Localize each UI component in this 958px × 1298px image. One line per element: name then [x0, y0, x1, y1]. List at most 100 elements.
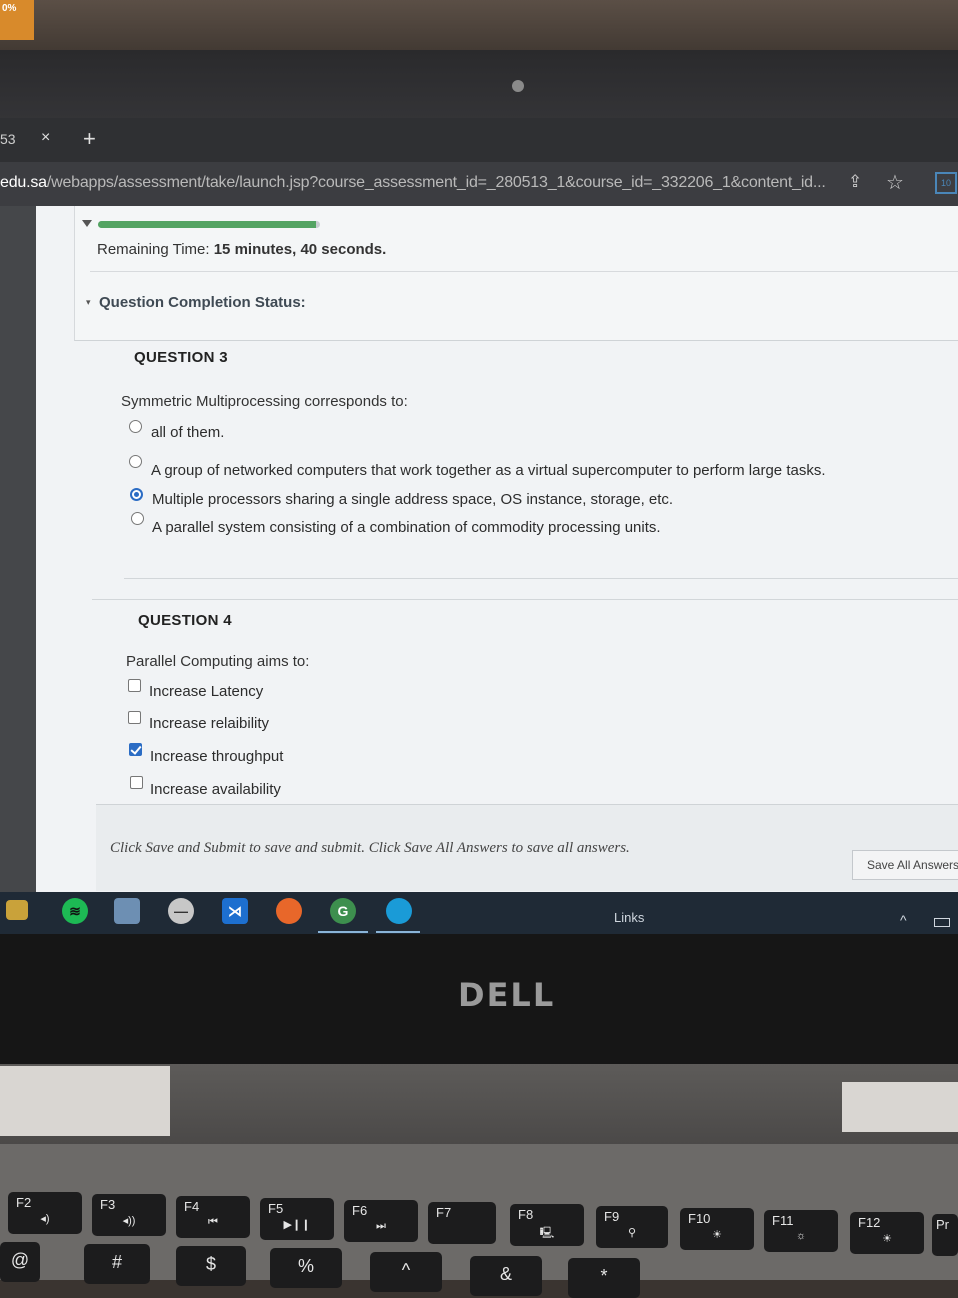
key-label: F2	[16, 1195, 32, 1210]
wall-badge: 0%	[0, 0, 34, 40]
active-app-indicator	[376, 931, 420, 933]
extension-icon[interactable]: 10	[935, 172, 957, 194]
key-label: F10	[688, 1211, 711, 1226]
left-gutter	[0, 206, 36, 896]
q4-option-3-label[interactable]: Increase throughput	[150, 748, 283, 765]
f6-key[interactable]: F6 ⏭	[344, 1200, 418, 1242]
key-7[interactable]: &	[470, 1256, 542, 1296]
new-tab-button[interactable]: +	[83, 126, 96, 152]
submit-instructions: Click Save and Submit to save and submit…	[110, 840, 630, 856]
q3-option-4-label[interactable]: A parallel system consisting of a combin…	[152, 519, 661, 536]
share-icon[interactable]: ⇪	[848, 172, 868, 192]
divider	[124, 578, 958, 579]
bookmark-star-icon[interactable]: ☆	[886, 170, 904, 195]
next-track-icon: ⏭	[376, 1220, 386, 1232]
key-2[interactable]: @	[0, 1242, 40, 1282]
f5-key[interactable]: F5 ▶❙❙	[260, 1198, 334, 1240]
q4-option-2-label[interactable]: Increase relaibility	[149, 715, 269, 732]
f3-key[interactable]: F3 ◂))	[92, 1194, 166, 1236]
f9-key[interactable]: F9 ⚲	[596, 1206, 668, 1248]
active-app-indicator	[318, 931, 368, 933]
q3-option-1-radio[interactable]	[129, 420, 142, 433]
f8-key[interactable]: F8 🖳	[510, 1204, 584, 1246]
print-screen-key[interactable]: Pr	[932, 1214, 958, 1256]
key-6[interactable]: ^	[370, 1252, 442, 1292]
collapse-arrow-icon[interactable]	[82, 220, 92, 227]
seconds-word: seconds.	[321, 241, 387, 258]
firefox-icon[interactable]	[276, 898, 302, 924]
vscode-icon[interactable]: ⋊	[222, 898, 248, 924]
dell-logo: DELL	[458, 976, 556, 1014]
play-pause-icon: ▶❙❙	[283, 1219, 311, 1231]
remaining-time-label: Remaining Time:	[97, 241, 210, 258]
remaining-minutes: 15	[213, 241, 231, 258]
computer-icon[interactable]	[114, 898, 140, 924]
show-hidden-icons-chevron[interactable]: ^	[900, 912, 907, 928]
f12-key[interactable]: F12 ☀	[850, 1212, 924, 1254]
key-label: F3	[100, 1197, 116, 1212]
f2-key[interactable]: F2 ◂)	[8, 1192, 82, 1234]
previous-track-icon: ⏮	[208, 1216, 218, 1228]
volume-mute-icon: ◂)	[40, 1213, 50, 1225]
f11-key[interactable]: F11 ☼	[764, 1210, 838, 1252]
chrome-icon[interactable]: G	[330, 898, 356, 924]
f4-key[interactable]: F4 ⏮	[176, 1196, 250, 1238]
question-4-text: Parallel Computing aims to:	[126, 653, 310, 670]
search-icon: ⚲	[627, 1227, 637, 1239]
taskbar	[0, 892, 958, 934]
tab-title[interactable]: 53	[0, 131, 16, 147]
divider	[92, 599, 958, 600]
key-4[interactable]: $	[176, 1246, 246, 1286]
q4-option-4-label[interactable]: Increase availability	[150, 781, 281, 798]
time-progress-fill	[98, 221, 316, 228]
question-3-title: QUESTION 3	[134, 349, 228, 366]
q4-option-1-label[interactable]: Increase Latency	[149, 683, 263, 700]
q3-option-3-label[interactable]: Multiple processors sharing a single add…	[152, 491, 673, 508]
save-all-answers-button[interactable]: Save All Answers	[852, 850, 958, 880]
key-3[interactable]: #	[84, 1244, 150, 1284]
q3-option-4-radio[interactable]	[131, 512, 144, 525]
q4-option-2-checkbox[interactable]	[128, 711, 141, 724]
app-icon[interactable]: —	[168, 898, 194, 924]
key-label: F8	[518, 1207, 534, 1222]
url-text[interactable]: edu.sa/webapps/assessment/take/launch.js…	[0, 174, 826, 192]
f10-key[interactable]: F10 ☀	[680, 1208, 754, 1250]
backlight-icon: ☀	[712, 1229, 722, 1241]
remaining-seconds: 40	[300, 241, 318, 258]
q3-option-3-radio[interactable]	[130, 488, 143, 501]
screen-bezel	[0, 50, 958, 120]
divider	[90, 271, 958, 272]
page-content: Remaining Time: 15 minutes, 40 seconds. …	[0, 206, 958, 896]
q4-option-1-checkbox[interactable]	[128, 679, 141, 692]
sticker	[842, 1082, 958, 1132]
links-toolbar[interactable]: Links	[614, 910, 644, 925]
spotify-icon[interactable]: ≋	[62, 898, 88, 924]
key-label: F12	[858, 1215, 881, 1230]
expand-chevron-icon[interactable]: ▾	[86, 297, 91, 308]
key-label: F9	[604, 1209, 620, 1224]
f7-key[interactable]: F7	[428, 1202, 496, 1244]
q3-option-2-radio[interactable]	[129, 455, 142, 468]
time-progress-bar	[98, 221, 320, 228]
q4-option-3-checkbox[interactable]	[129, 743, 142, 756]
q4-option-4-checkbox[interactable]	[130, 776, 143, 789]
minutes-word: minutes,	[234, 241, 297, 258]
q3-option-2-label[interactable]: A group of networked computers that work…	[151, 462, 826, 479]
url-path: /webapps/assessment/take/launch.jsp?cour…	[46, 174, 826, 191]
question-4-title: QUESTION 4	[138, 612, 232, 629]
volume-icon: ◂))	[122, 1215, 136, 1227]
completion-status-toggle[interactable]: Question Completion Status:	[99, 294, 306, 311]
browser-tab-bar	[0, 118, 958, 162]
display-icon: 🖳	[539, 1227, 555, 1239]
key-label: F6	[352, 1203, 368, 1218]
sticker	[0, 1066, 170, 1136]
file-explorer-icon[interactable]	[6, 900, 28, 920]
edge-icon[interactable]	[386, 898, 412, 924]
key-5[interactable]: %	[270, 1248, 342, 1288]
key-8[interactable]: *	[568, 1258, 640, 1298]
key-label: F7	[436, 1205, 452, 1220]
key-label: F5	[268, 1201, 284, 1216]
close-tab-icon[interactable]: ×	[41, 129, 50, 147]
q3-option-1-label[interactable]: all of them.	[151, 424, 224, 441]
battery-icon[interactable]	[934, 918, 950, 927]
